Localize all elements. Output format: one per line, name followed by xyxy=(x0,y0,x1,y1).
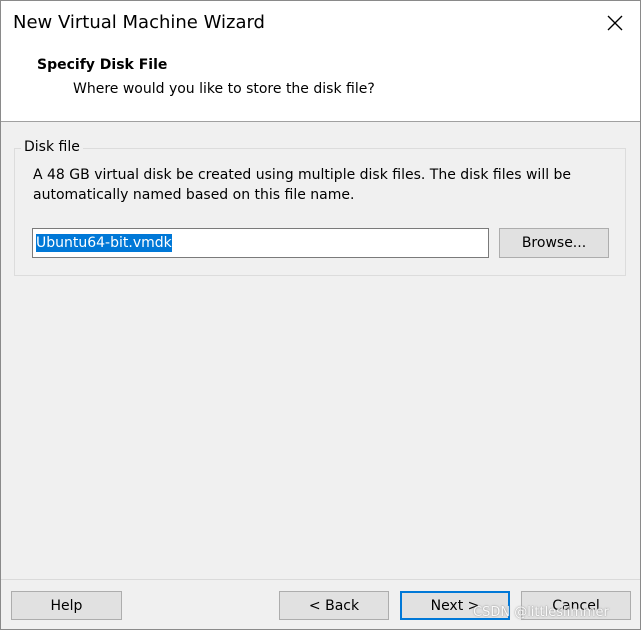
back-button[interactable]: < Back xyxy=(279,591,389,620)
step-subtitle: Where would you like to store the disk f… xyxy=(73,81,375,97)
wizard-header: Specify Disk File Where would you like t… xyxy=(1,45,640,122)
disk-description-line-1: A 48 GB virtual disk be created using mu… xyxy=(33,167,572,183)
disk-file-name-input[interactable]: Ubuntu64-bit.vmdk xyxy=(32,228,489,258)
footer-divider xyxy=(1,579,640,580)
close-icon xyxy=(607,15,623,31)
wizard-window: New Virtual Machine Wizard Specify Disk … xyxy=(0,0,641,630)
close-button[interactable] xyxy=(593,7,637,39)
window-title: New Virtual Machine Wizard xyxy=(13,12,265,33)
help-button[interactable]: Help xyxy=(11,591,122,620)
step-title: Specify Disk File xyxy=(37,57,168,73)
cancel-button[interactable]: Cancel xyxy=(521,591,631,620)
disk-file-name-value: Ubuntu64-bit.vmdk xyxy=(36,234,172,252)
next-button[interactable]: Next > xyxy=(400,591,510,620)
disk-file-group-label: Disk file xyxy=(21,139,83,155)
title-bar: New Virtual Machine Wizard xyxy=(1,1,640,45)
browse-button[interactable]: Browse... xyxy=(499,228,609,258)
disk-description-line-2: automatically named based on this file n… xyxy=(33,187,355,203)
